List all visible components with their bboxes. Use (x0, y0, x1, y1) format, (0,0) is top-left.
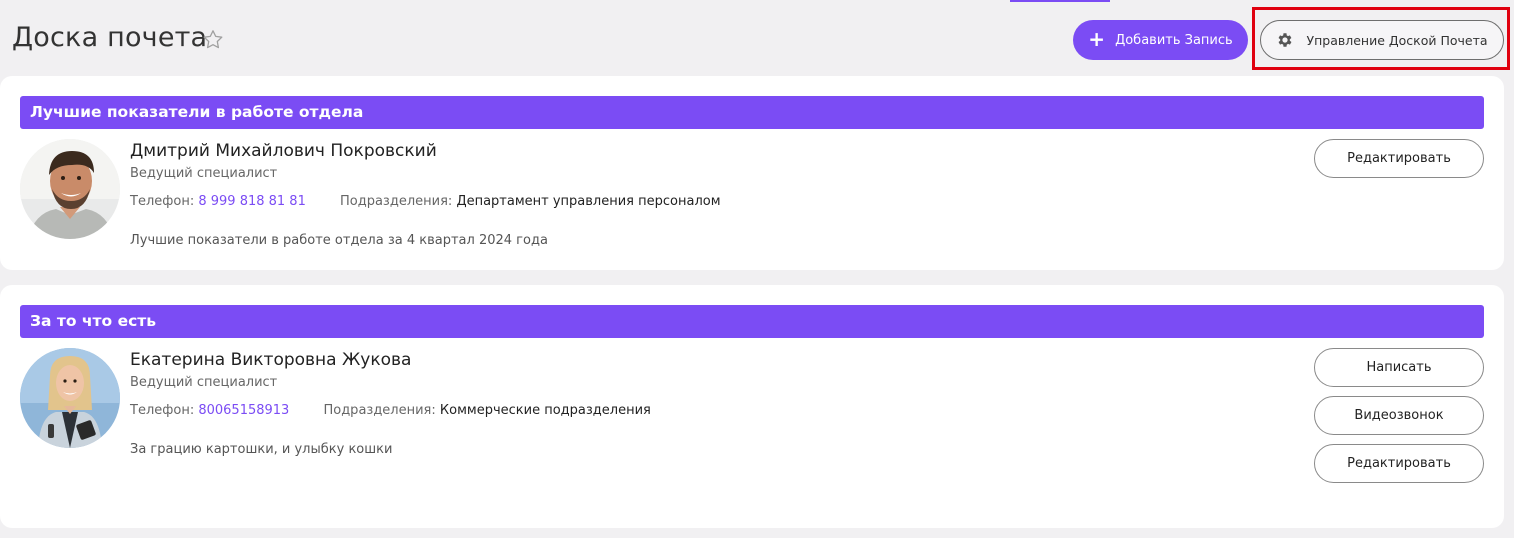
video-call-button[interactable]: Видеозвонок (1314, 396, 1484, 435)
phone-link[interactable]: 8 999 818 81 81 (198, 194, 306, 209)
contact-line: Телефон: 80065158913 Подразделения: Комм… (130, 403, 651, 418)
award-note: За грацию картошки, и улыбку кошки (130, 442, 393, 457)
add-record-label: Добавить Запись (1115, 32, 1233, 48)
person-position: Ведущий специалист (130, 166, 278, 181)
add-record-button[interactable]: + Добавить Запись (1073, 20, 1248, 60)
honor-card: За то что есть Екатерина Викторовна Жуко… (0, 285, 1504, 528)
person-name: Екатерина Викторовна Жукова (130, 350, 412, 370)
write-message-button[interactable]: Написать (1314, 348, 1484, 387)
person-name: Дмитрий Михайлович Покровский (130, 141, 437, 161)
department-label: Подразделения: (340, 194, 453, 209)
honor-card: Лучшие показатели в работе отдела Дмитри… (0, 76, 1504, 270)
department-value: Департамент управления персоналом (456, 194, 721, 209)
page-title: Доска почета (12, 22, 208, 53)
edit-button[interactable]: Редактировать (1314, 444, 1484, 483)
contact-line: Телефон: 8 999 818 81 81 Подразделения: … (130, 194, 721, 209)
highlight-box (1252, 7, 1510, 70)
active-tab-indicator (1010, 0, 1110, 2)
star-icon[interactable] (201, 28, 225, 52)
award-note: Лучшие показатели в работе отдела за 4 к… (130, 233, 548, 248)
department-label: Подразделения: (323, 403, 436, 418)
phone-label: Телефон: (130, 403, 195, 418)
phone-link[interactable]: 80065158913 (198, 403, 289, 418)
person-position: Ведущий специалист (130, 375, 278, 390)
department-value: Коммерческие подразделения (439, 403, 651, 418)
edit-button[interactable]: Редактировать (1314, 139, 1484, 178)
phone-label: Телефон: (130, 194, 195, 209)
avatar[interactable] (20, 139, 120, 239)
card-category-title: Лучшие показатели в работе отдела (20, 96, 1484, 129)
plus-icon: + (1088, 27, 1106, 51)
card-category-title: За то что есть (20, 305, 1484, 338)
avatar[interactable] (20, 348, 120, 448)
